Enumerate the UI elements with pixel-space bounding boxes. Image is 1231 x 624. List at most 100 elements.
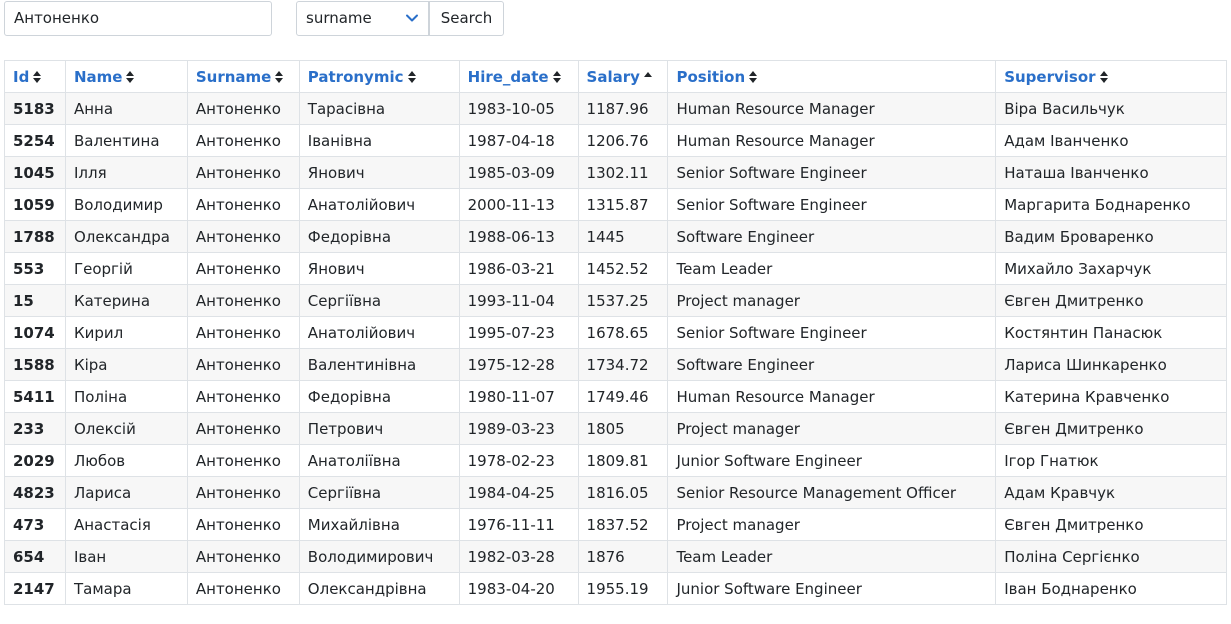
table-row[interactable]: 5183 Анна Антоненко Тарасівна 1983-10-05 1187…: [4, 92, 1227, 125]
table-cell-name: Поліна: [64, 380, 188, 413]
search-input[interactable]: [4, 0, 272, 36]
table-cell-supervisor: Катерина Кравченко: [995, 380, 1227, 413]
table-cell-supervisor: Маргарита Боднаренко: [995, 188, 1227, 221]
table-cell-salary: 1837.52: [577, 508, 669, 541]
table-cell-salary: 1206.76: [577, 124, 669, 157]
table-row[interactable]: 1074 Кирил Антоненко Анатолійович 1995-07-23…: [4, 316, 1227, 349]
table-cell-surname: Антоненко: [186, 540, 300, 573]
table-row[interactable]: 1788 Олександра Антоненко Федорівна 1988-06-…: [4, 220, 1227, 253]
search-field-selected: surname: [306, 9, 372, 27]
table-cell-surname: Антоненко: [186, 476, 300, 509]
table-cell-salary: 1537.25: [577, 284, 669, 317]
table-cell-position: Team Leader: [667, 540, 997, 573]
column-header-label: Supervisor: [1004, 67, 1096, 86]
column-header-surname[interactable]: Surname: [186, 60, 300, 93]
table-row[interactable]: 2147 Тамара Антоненко Олександрівна 1983-04-…: [4, 572, 1227, 605]
table-cell-salary: 1734.72: [577, 348, 669, 381]
column-header-label: Position: [676, 67, 746, 86]
table-cell-patronymic: Петрович: [298, 412, 460, 445]
table-cell-position: Software Engineer: [667, 348, 997, 381]
table-cell-hire-date: 1976-11-11: [458, 508, 579, 541]
table-row[interactable]: 5254 Валентина Антоненко Іванівна 1987-04-18…: [4, 124, 1227, 157]
column-header-patronymic[interactable]: Patronymic: [298, 60, 460, 93]
table-cell-name: Кирил: [64, 316, 188, 349]
table-cell-name: Володимир: [64, 188, 188, 221]
table-cell-surname: Антоненко: [186, 380, 300, 413]
column-header-salary[interactable]: Salary: [577, 60, 669, 93]
table-cell-surname: Антоненко: [186, 220, 300, 253]
column-header-position[interactable]: Position: [667, 60, 997, 93]
table-cell-supervisor: Євген Дмитренко: [995, 508, 1227, 541]
table-cell-patronymic: Анатоліївна: [298, 444, 460, 477]
table-row[interactable]: 233 Олексій Антоненко Петрович 1989-03-23 180…: [4, 412, 1227, 445]
table-cell-hire-date: 1980-11-07: [458, 380, 579, 413]
column-header-label: Hire_date: [467, 67, 549, 86]
table-row[interactable]: 553 Георгій Антоненко Янович 1986-03-21 1452.…: [4, 252, 1227, 285]
table-row[interactable]: 1588 Кіра Антоненко Валентинівна 1975-12-28 1…: [4, 348, 1227, 381]
table-cell-surname: Антоненко: [186, 508, 300, 541]
table-cell-position: Team Leader: [667, 252, 997, 285]
column-header-id[interactable]: Id: [4, 60, 66, 93]
table-row[interactable]: 1059 Володимир Антоненко Анатолійович 2000-1…: [4, 188, 1227, 221]
table-cell-id: 654: [4, 540, 66, 573]
table-cell-supervisor: Костянтин Панасюк: [995, 316, 1227, 349]
table-cell-position: Project manager: [667, 284, 997, 317]
table-row[interactable]: 5411 Поліна Антоненко Федорівна 1980-11-07 17…: [4, 380, 1227, 413]
table-cell-position: Senior Resource Management Officer: [667, 476, 997, 509]
search-button[interactable]: Search: [429, 0, 504, 36]
table-cell-position: Senior Software Engineer: [667, 156, 997, 189]
table-cell-name: Катерина: [64, 284, 188, 317]
table-cell-position: Junior Software Engineer: [667, 444, 997, 477]
table-cell-hire-date: 1983-10-05: [458, 92, 579, 125]
table-row[interactable]: 473 Анастасія Антоненко Михайлівна 1976-11-1…: [4, 508, 1227, 541]
table-cell-patronymic: Олександрівна: [298, 572, 460, 605]
table-cell-supervisor: Віра Васильчук: [995, 92, 1227, 125]
table-cell-position: Junior Software Engineer: [667, 572, 997, 605]
table-cell-supervisor: Лариса Шинкаренко: [995, 348, 1227, 381]
table-cell-salary: 1678.65: [577, 316, 669, 349]
sort-both-icon: [275, 70, 284, 84]
sort-both-icon: [33, 70, 42, 84]
table-cell-id: 5411: [4, 380, 66, 413]
table-cell-name: Лариса: [64, 476, 188, 509]
table-cell-hire-date: 2000-11-13: [458, 188, 579, 221]
table-cell-surname: Антоненко: [186, 284, 300, 317]
column-header-label: Name: [73, 67, 123, 86]
table-cell-id: 2147: [4, 572, 66, 605]
table-cell-position: Project manager: [667, 508, 997, 541]
table-row[interactable]: 4823 Лариса Антоненко Сергіївна 1984-04-25 18…: [4, 476, 1227, 509]
sort-both-icon: [407, 70, 416, 84]
table-cell-patronymic: Сергіївна: [298, 284, 460, 317]
table-cell-patronymic: Тарасівна: [298, 92, 460, 125]
table-cell-surname: Антоненко: [186, 348, 300, 381]
table-cell-hire-date: 1975-12-28: [458, 348, 579, 381]
table-cell-hire-date: 1982-03-28: [458, 540, 579, 573]
column-header-label: Salary: [586, 67, 640, 86]
table-cell-position: Project manager: [667, 412, 997, 445]
table-row[interactable]: 654 Іван Антоненко Володимирович 1982-03-28 1…: [4, 540, 1227, 573]
table-cell-name: Олександра: [64, 220, 188, 253]
table-cell-id: 1788: [4, 220, 66, 253]
table-row[interactable]: 2029 Любов Антоненко Анатоліївна 1978-02-23 1…: [4, 444, 1227, 477]
table-cell-id: 5183: [4, 92, 66, 125]
table-cell-salary: 1749.46: [577, 380, 669, 413]
table-cell-surname: Антоненко: [186, 444, 300, 477]
table-cell-patronymic: Янович: [298, 156, 460, 189]
table-cell-supervisor: Адам Кравчук: [995, 476, 1227, 509]
table-cell-salary: 1315.87: [577, 188, 669, 221]
search-field-select[interactable]: surname: [296, 0, 429, 36]
table-cell-surname: Антоненко: [186, 92, 300, 125]
column-header-hire-date[interactable]: Hire_date: [458, 60, 579, 93]
column-header-supervisor[interactable]: Supervisor: [995, 60, 1227, 93]
table-cell-id: 1045: [4, 156, 66, 189]
table-row[interactable]: 15 Катерина Антоненко Сергіївна 1993-11-04 15…: [4, 284, 1227, 317]
column-header-name[interactable]: Name: [64, 60, 188, 93]
table-cell-salary: 1302.11: [577, 156, 669, 189]
table-row[interactable]: 1045 Ілля Антоненко Янович 1985-03-09 1302.11…: [4, 156, 1227, 189]
table-cell-name: Кіра: [64, 348, 188, 381]
table-cell-hire-date: 1988-06-13: [458, 220, 579, 253]
table-cell-salary: 1809.81: [577, 444, 669, 477]
table-cell-position: Human Resource Manager: [667, 380, 997, 413]
table-cell-name: Анна: [64, 92, 188, 125]
table-cell-name: Валентина: [64, 124, 188, 157]
